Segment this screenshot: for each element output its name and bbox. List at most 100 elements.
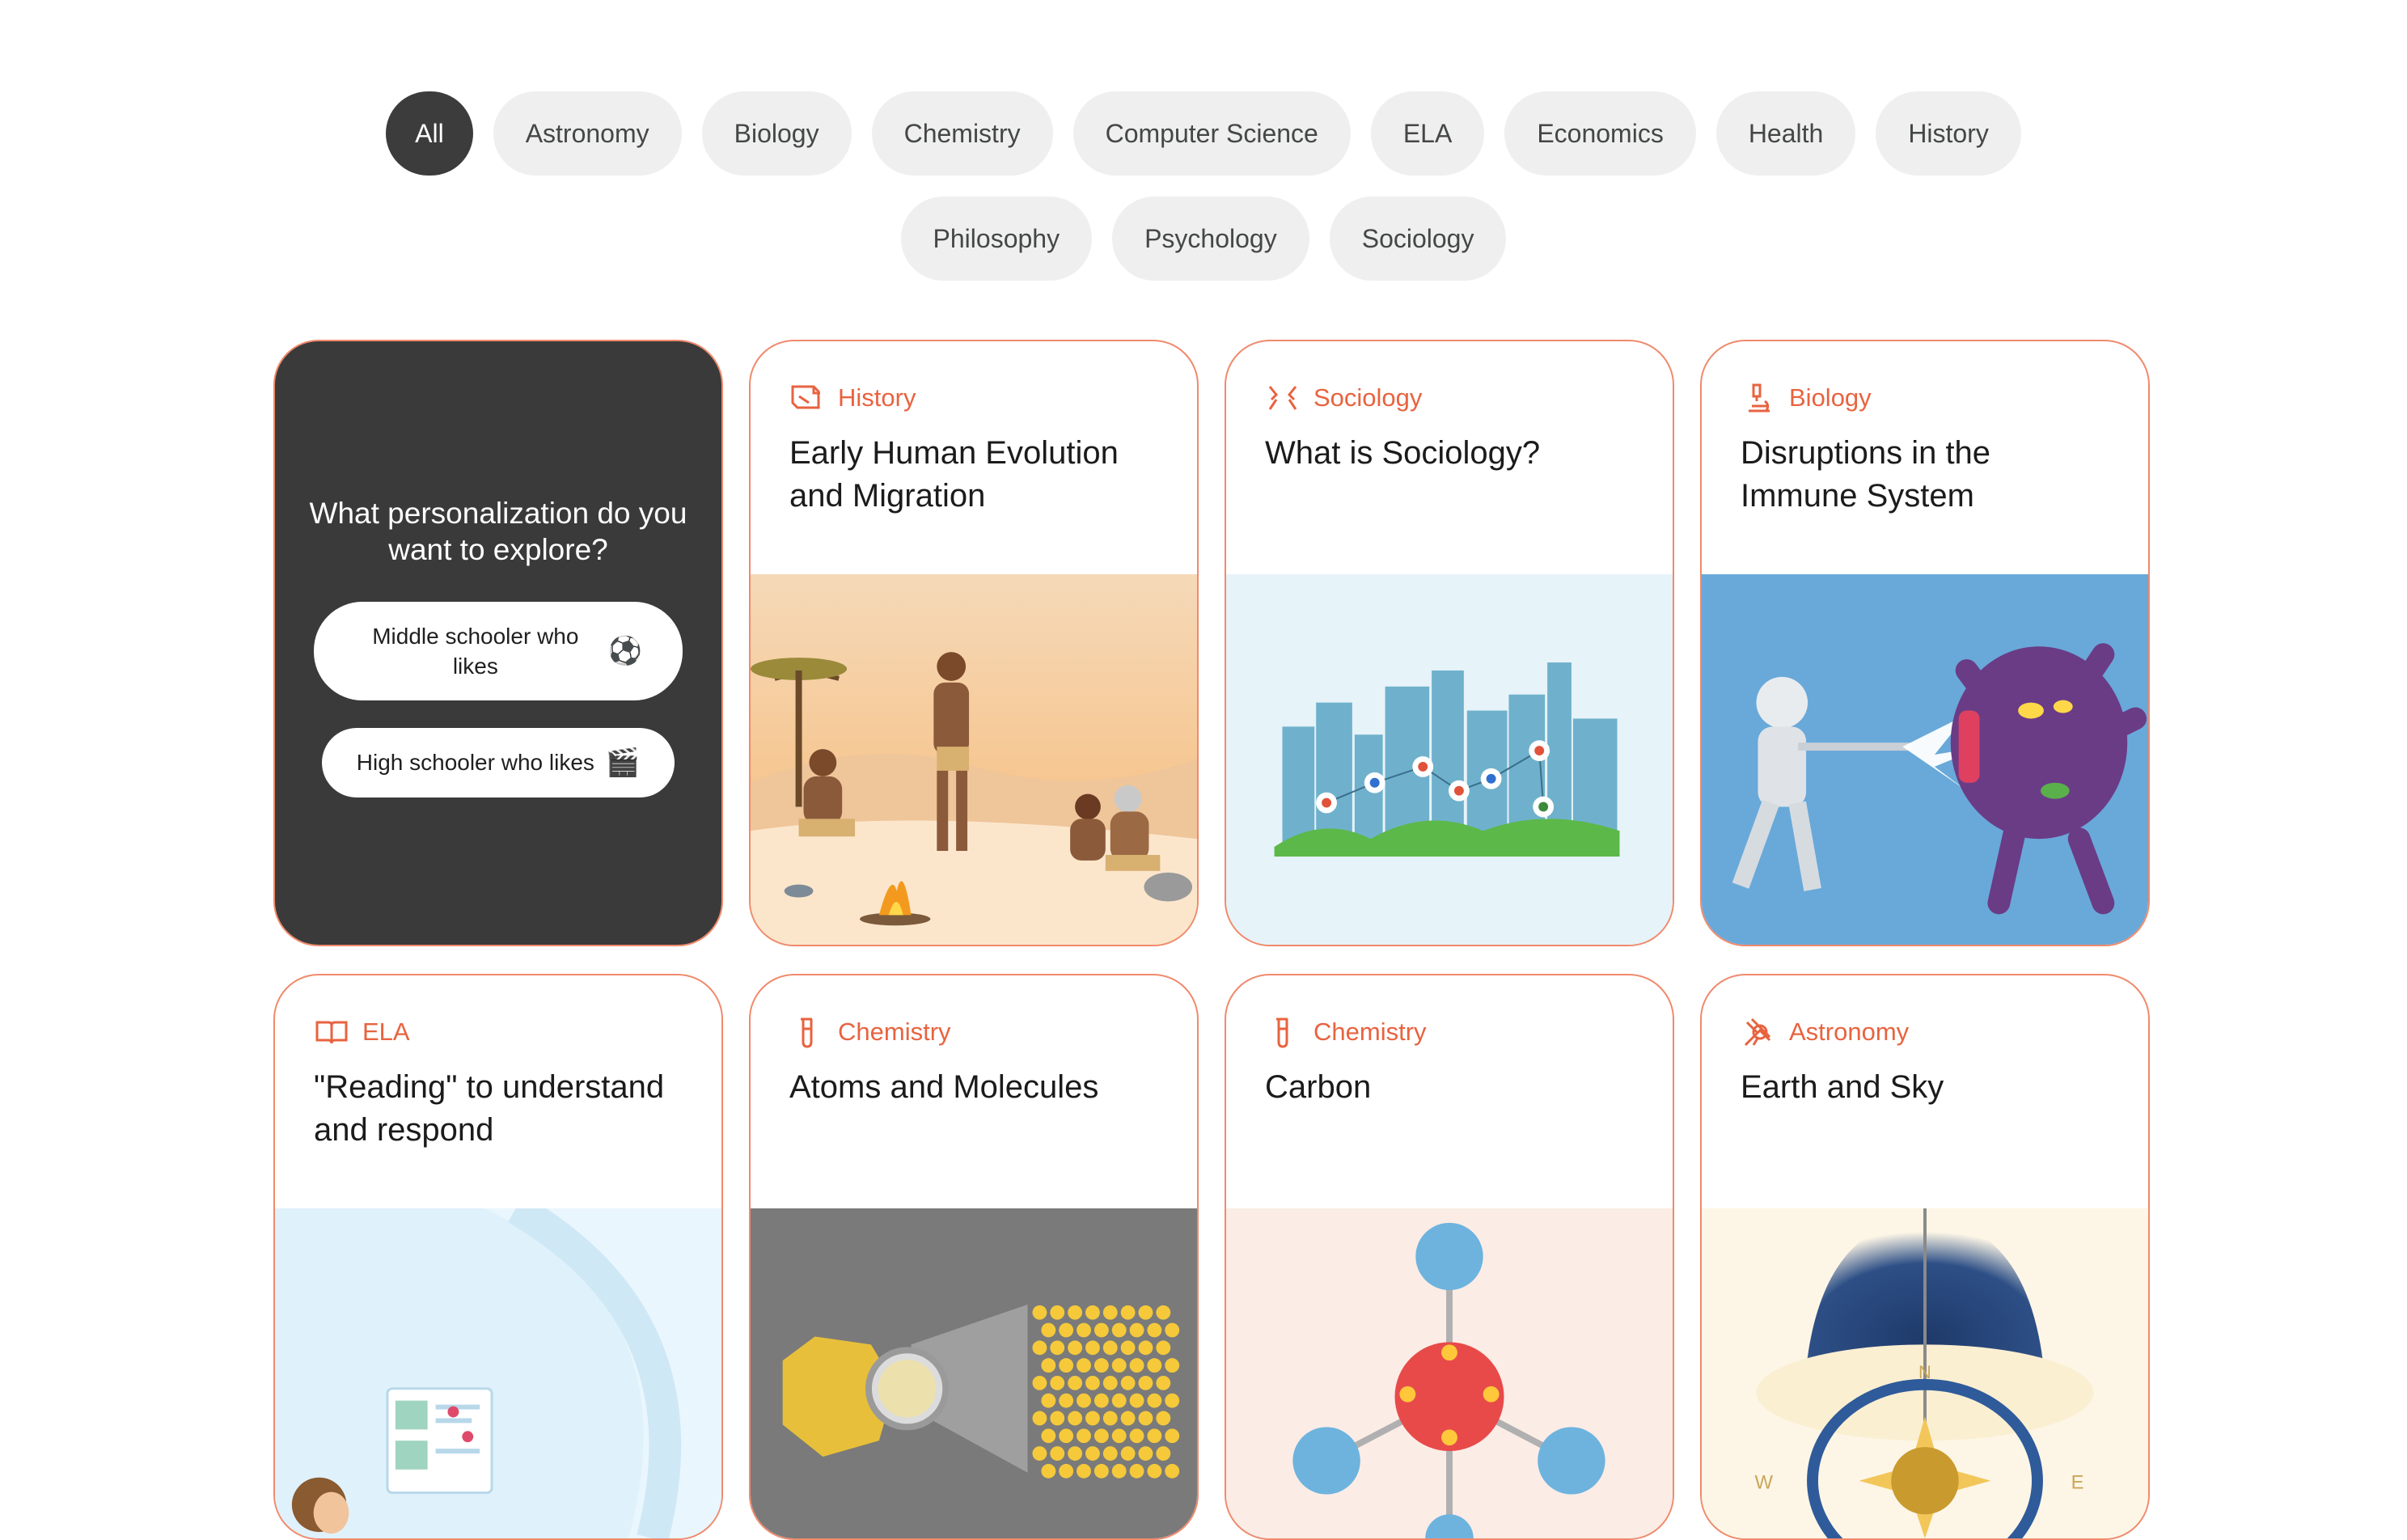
- filter-chip-psychology[interactable]: Psychology: [1112, 197, 1309, 281]
- filter-chip-history[interactable]: History: [1876, 91, 2021, 176]
- history-scroll-icon: [791, 385, 820, 409]
- gold-atom: [1094, 1428, 1109, 1444]
- microscope-icon: [1749, 383, 1770, 412]
- clapperboard-icon: 🎬: [605, 747, 641, 779]
- filter-chip-biology[interactable]: Biology: [701, 91, 852, 176]
- open-book-icon: [315, 1021, 348, 1044]
- gold-atom: [1050, 1375, 1065, 1390]
- filter-chip-sociology[interactable]: Sociology: [1329, 197, 1507, 281]
- gold-atom: [1050, 1340, 1065, 1356]
- card-title: Carbon: [1265, 1069, 1372, 1105]
- topic-card-reading-to-understand[interactable]: ELA "Reading" to understand and respond: [273, 974, 723, 1540]
- gold-atom: [1085, 1305, 1100, 1320]
- gold-atom: [1156, 1340, 1171, 1356]
- topic-card-atoms-and-molecules[interactable]: Chemistry Atoms and Molecules: [749, 974, 1199, 1540]
- topic-card-immune-system[interactable]: Biology Disruptions in the Immune System: [1700, 340, 2150, 946]
- gold-atom: [1068, 1446, 1083, 1461]
- gold-atom: [1094, 1322, 1109, 1338]
- category-label: Astronomy: [1789, 1018, 1910, 1046]
- gold-atom: [1041, 1358, 1056, 1373]
- gold-atom: [1077, 1428, 1091, 1444]
- gold-atom: [1156, 1446, 1171, 1461]
- category-label: History: [838, 383, 916, 412]
- filter-chip-astronomy[interactable]: Astronomy: [493, 91, 682, 176]
- filter-chip-health[interactable]: Health: [1715, 91, 1856, 176]
- gold-atom: [1077, 1463, 1091, 1479]
- gold-atom: [1165, 1463, 1180, 1479]
- carbon-molecule-illustration: [1226, 1208, 1673, 1538]
- high-schooler-option-button[interactable]: High schooler who likes 🎬: [322, 728, 675, 798]
- compass-sky-illustration: N W E: [1702, 1208, 2148, 1538]
- city-network-illustration: [1226, 574, 1673, 945]
- gold-atom: [1111, 1463, 1127, 1479]
- gold-atom: [1102, 1340, 1118, 1356]
- gold-atom: [1147, 1322, 1162, 1338]
- gold-atom: [1165, 1358, 1180, 1373]
- gold-atom: [1111, 1358, 1127, 1373]
- topic-card-carbon[interactable]: Chemistry Carbon: [1225, 974, 1674, 1540]
- card-title: "Reading" to understand and respond: [314, 1069, 665, 1148]
- gold-atom: [1156, 1411, 1171, 1426]
- gold-nugget-atoms-illustration: [751, 1208, 1197, 1538]
- gold-atom: [1165, 1322, 1180, 1338]
- gold-atom: [1059, 1358, 1074, 1373]
- knight-vs-germ-illustration: [1702, 574, 2148, 945]
- filter-chip-chemistry[interactable]: Chemistry: [871, 91, 1053, 176]
- middle-schooler-option-button[interactable]: Middle schooler who likes ⚽: [314, 602, 683, 700]
- gold-atom: [1138, 1411, 1153, 1426]
- gold-atom: [1120, 1411, 1136, 1426]
- gold-atom: [1102, 1375, 1118, 1390]
- category-label: Sociology: [1313, 383, 1423, 412]
- gold-atom: [1041, 1463, 1056, 1479]
- gold-atom: [1041, 1322, 1056, 1338]
- filter-chip-economics[interactable]: Economics: [1504, 91, 1696, 176]
- gold-atom: [1059, 1463, 1074, 1479]
- gold-atom: [1138, 1305, 1153, 1320]
- gold-atom: [1094, 1358, 1109, 1373]
- card-category: Chemistry: [1265, 1016, 1427, 1048]
- topic-card-early-human-evolution[interactable]: History Early Human Evolution and Migrat…: [749, 340, 1199, 946]
- gold-atom: [1085, 1446, 1100, 1461]
- gold-atom: [1094, 1463, 1109, 1479]
- card-title: Earth and Sky: [1741, 1069, 1944, 1105]
- telescope-icon: [1744, 1018, 1771, 1047]
- gold-atom: [1129, 1393, 1144, 1408]
- card-title: Disruptions in the Immune System: [1741, 435, 1991, 514]
- gold-atom: [1102, 1446, 1118, 1461]
- gold-atom: [1077, 1322, 1091, 1338]
- compass-letter-n: N: [1918, 1362, 1931, 1382]
- early-humans-campfire-illustration: [751, 574, 1197, 945]
- filter-chip-computer-science[interactable]: Computer Science: [1072, 91, 1351, 176]
- gold-atom: [1129, 1322, 1144, 1338]
- gold-atom: [1165, 1428, 1180, 1444]
- filter-chip-philosophy[interactable]: Philosophy: [900, 197, 1093, 281]
- card-category: Astronomy: [1741, 1016, 1909, 1048]
- compass-letter-w: W: [1755, 1472, 1774, 1494]
- option-label: Middle schooler who likes: [372, 624, 579, 679]
- filter-chip-ela[interactable]: ELA: [1370, 91, 1485, 176]
- gold-atom: [1147, 1358, 1162, 1373]
- gold-atom: [1102, 1305, 1118, 1320]
- card-title: Atoms and Molecules: [789, 1069, 1099, 1105]
- card-category: Biology: [1741, 382, 1872, 414]
- gold-atom: [1094, 1393, 1109, 1408]
- gold-atom: [1129, 1358, 1144, 1373]
- gold-atom: [1111, 1322, 1127, 1338]
- gold-atom: [1138, 1375, 1153, 1390]
- filter-chip-all[interactable]: All: [386, 91, 473, 176]
- category-label: Chemistry: [838, 1018, 951, 1046]
- gold-atom: [1120, 1375, 1136, 1390]
- gold-atom: [1147, 1393, 1162, 1408]
- gold-atom: [1138, 1340, 1153, 1356]
- filter-chips-row-1: All Astronomy Biology Chemistry Computer…: [0, 91, 2407, 176]
- topic-card-earth-and-sky[interactable]: Astronomy Earth and Sky N W E: [1700, 974, 2150, 1540]
- card-title: Early Human Evolution and Migration: [789, 435, 1119, 514]
- gold-atom: [1156, 1305, 1171, 1320]
- compass-letter-e: E: [2071, 1472, 2084, 1494]
- gold-atom: [1111, 1428, 1127, 1444]
- topic-card-what-is-sociology[interactable]: Sociology What is Sociology?: [1225, 340, 1674, 946]
- gold-atom: [1068, 1305, 1083, 1320]
- gold-atom: [1077, 1358, 1091, 1373]
- gold-atom: [1050, 1305, 1065, 1320]
- gold-atom: [1102, 1411, 1118, 1426]
